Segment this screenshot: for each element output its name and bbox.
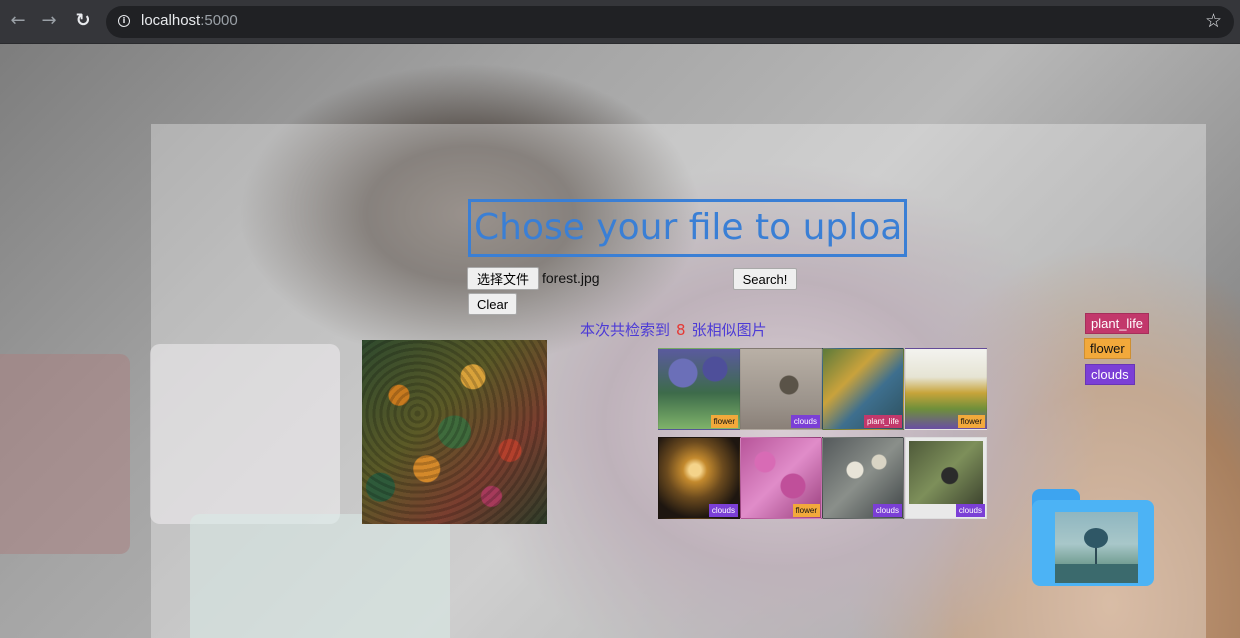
forward-arrow-icon[interactable]: → [38,10,60,32]
tree-icon [1055,528,1138,583]
query-image [362,340,547,524]
choose-file-button[interactable]: 选择文件 [467,267,539,290]
folder-body [1032,500,1154,586]
page-title: Chose your file to upload [468,199,907,257]
browser-toolbar: ← → ↻ i localhost:5000 ☆ [0,0,1240,44]
folder-image-icon[interactable] [1032,489,1154,586]
result-thumbnail[interactable]: clouds [658,437,740,519]
folder-photo [1055,512,1138,583]
thumbnail-tag: clouds [872,504,902,517]
reload-icon[interactable]: ↻ [72,10,94,32]
result-thumbnail[interactable]: plant_life [822,348,904,430]
url-port: :5000 [200,12,238,29]
result-thumbnail[interactable]: clouds [822,437,904,519]
result-thumbnail[interactable]: flower [905,348,987,430]
result-count: 8 [676,321,686,339]
result-thumbnail[interactable]: clouds [740,348,822,430]
star-icon[interactable]: ☆ [1205,10,1222,32]
thumbnail-image [909,441,983,504]
legend-tag-clouds: clouds [1085,364,1135,385]
legend-tag-plant-life: plant_life [1085,313,1150,334]
legend-tag-flower: flower [1084,338,1131,359]
result-thumbnail[interactable]: flower [658,348,740,430]
thumbnail-tag: flower [792,504,820,517]
selected-file-name: forest.jpg [542,270,600,286]
result-thumbnail[interactable]: clouds [905,437,987,519]
url-host: localhost [141,12,201,29]
result-thumbnail[interactable]: flower [740,437,822,519]
thumbnail-tag: clouds [790,415,820,428]
thumbnail-tag: clouds [955,504,985,517]
search-button[interactable]: Search! [733,268,797,290]
result-suffix: 张相似图片 [691,321,767,339]
background-decor [0,354,130,554]
thumbnail-tag: flower [957,415,985,428]
address-bar[interactable]: i localhost:5000 ☆ [106,6,1234,38]
back-arrow-icon[interactable]: ← [7,10,29,32]
url-text[interactable]: localhost:5000 [141,12,238,29]
result-prefix: 本次共检索到 [580,321,671,339]
thumbnail-tag: flower [710,415,738,428]
result-summary: 本次共检索到 8 张相似图片 [580,319,767,340]
clear-button[interactable]: Clear [468,293,517,315]
info-icon[interactable]: i [118,15,130,27]
thumbnail-tag: clouds [708,504,738,517]
thumbnail-tag: plant_life [863,415,902,428]
